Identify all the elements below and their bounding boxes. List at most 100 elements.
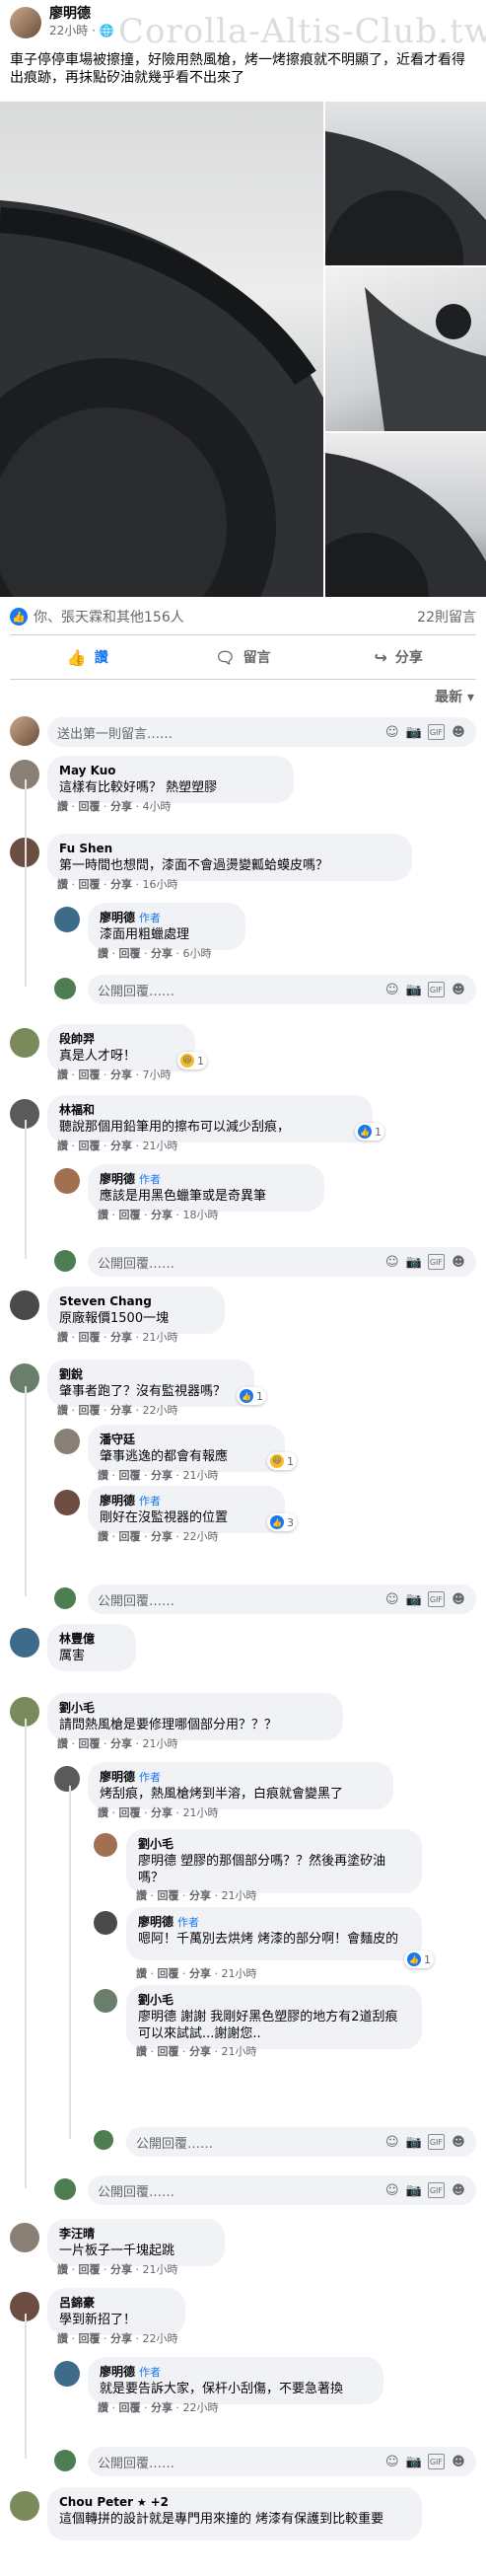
comment-author[interactable]: 廖明德 作者 bbox=[138, 1914, 410, 1931]
reply-link[interactable]: 回覆 bbox=[79, 878, 101, 891]
share-button[interactable]: ↪ 分享 bbox=[320, 639, 476, 675]
reply-link[interactable]: 回覆 bbox=[79, 800, 101, 813]
like-link[interactable]: 讚 bbox=[57, 878, 68, 891]
share-link[interactable]: 分享 bbox=[110, 1140, 132, 1152]
avatar[interactable] bbox=[54, 1168, 80, 1194]
like-link[interactable]: 讚 bbox=[98, 1469, 108, 1482]
reply-link[interactable]: 回覆 bbox=[79, 1068, 101, 1081]
post-time[interactable]: 22小時 · 🌐 bbox=[49, 23, 114, 39]
avatar[interactable] bbox=[10, 1028, 39, 1058]
avatar[interactable] bbox=[54, 1490, 80, 1515]
reaction-badge[interactable]: 👍 1 bbox=[237, 1387, 266, 1405]
like-link[interactable]: 讚 bbox=[98, 1806, 108, 1819]
share-link[interactable]: 分享 bbox=[151, 947, 173, 960]
like-link[interactable]: 讚 bbox=[57, 1140, 68, 1152]
smiley-icon[interactable]: ☺ bbox=[384, 1591, 400, 1607]
reply-link[interactable]: 回覆 bbox=[79, 2332, 101, 2345]
smiley-icon[interactable]: ☺ bbox=[384, 2182, 400, 2198]
like-link[interactable]: 讚 bbox=[57, 1404, 68, 1417]
smiley-icon[interactable]: ☺ bbox=[384, 2454, 400, 2469]
gif-icon[interactable]: GIF bbox=[427, 2134, 445, 2150]
avatar[interactable] bbox=[54, 1766, 80, 1792]
reply-link[interactable]: 回覆 bbox=[158, 1889, 179, 1902]
comment-author[interactable]: 廖明德 作者 bbox=[100, 1769, 382, 1786]
reply-link[interactable]: 回覆 bbox=[119, 1469, 141, 1482]
reaction-badge[interactable]: 👍 1 bbox=[404, 1950, 434, 1968]
comment-author[interactable]: Steven Chang bbox=[59, 1293, 213, 1310]
share-link[interactable]: 分享 bbox=[151, 1469, 173, 1482]
reaction-badge[interactable]: 👍 3 bbox=[267, 1513, 297, 1531]
comment-time[interactable]: 21小時 bbox=[143, 2263, 178, 2276]
comment-author[interactable]: 劉小毛 bbox=[138, 1836, 410, 1853]
comment-author[interactable]: 段帥羿 bbox=[59, 1031, 183, 1048]
comment-time[interactable]: 16小時 bbox=[143, 878, 178, 891]
comment-author[interactable]: 劉銳 bbox=[59, 1366, 243, 1383]
avatar[interactable] bbox=[54, 907, 80, 932]
comment-time[interactable]: 22小時 bbox=[183, 1530, 219, 1543]
sticker-icon[interactable]: ☻ bbox=[451, 724, 466, 740]
share-link[interactable]: 分享 bbox=[151, 1209, 173, 1221]
reaction-badge[interactable]: 😆 1 bbox=[177, 1052, 207, 1069]
comment-time[interactable]: 22小時 bbox=[143, 2332, 178, 2345]
comment-time[interactable]: 4小時 bbox=[143, 800, 172, 813]
comment-time[interactable]: 21小時 bbox=[143, 1737, 178, 1750]
reply-link[interactable]: 回覆 bbox=[158, 1967, 179, 1980]
reply-link[interactable]: 回覆 bbox=[119, 1530, 141, 1543]
sticker-icon[interactable]: ☻ bbox=[451, 982, 466, 997]
reply-link[interactable]: 回覆 bbox=[79, 1404, 101, 1417]
smiley-icon[interactable]: ☺ bbox=[384, 2134, 400, 2150]
like-link[interactable]: 讚 bbox=[98, 947, 108, 960]
avatar[interactable] bbox=[94, 1989, 117, 2013]
camera-icon[interactable]: 📷 bbox=[406, 1591, 422, 1607]
reply-link[interactable]: 回覆 bbox=[119, 1806, 141, 1819]
share-link[interactable]: 分享 bbox=[151, 2401, 173, 2414]
gif-icon[interactable]: GIF bbox=[427, 1591, 445, 1607]
comment-author[interactable]: 潘守廷 bbox=[100, 1432, 273, 1448]
comment-time[interactable]: 7小時 bbox=[143, 1068, 172, 1081]
avatar[interactable] bbox=[10, 7, 41, 38]
like-link[interactable]: 讚 bbox=[98, 1209, 108, 1221]
photo-3[interactable] bbox=[325, 267, 486, 431]
comment-time[interactable]: 6小時 bbox=[183, 947, 212, 960]
sticker-icon[interactable]: ☻ bbox=[451, 1591, 466, 1607]
gif-icon[interactable]: GIF bbox=[427, 2454, 445, 2469]
share-link[interactable]: 分享 bbox=[110, 1068, 132, 1081]
comments-count[interactable]: 22則留言 bbox=[417, 607, 476, 626]
camera-icon[interactable]: 📷 bbox=[406, 724, 422, 740]
gif-icon[interactable]: GIF bbox=[427, 1254, 445, 1270]
camera-icon[interactable]: 📷 bbox=[406, 982, 422, 997]
comment-time[interactable]: 21小時 bbox=[222, 1967, 257, 1980]
smiley-icon[interactable]: ☺ bbox=[384, 982, 400, 997]
comment-author[interactable]: Chou Peter ★ +2 bbox=[59, 2494, 410, 2511]
photo-4[interactable] bbox=[325, 433, 486, 597]
like-link[interactable]: 讚 bbox=[57, 800, 68, 813]
avatar[interactable] bbox=[10, 1628, 39, 1657]
reply-link[interactable]: 回覆 bbox=[119, 2401, 141, 2414]
smiley-icon[interactable]: ☺ bbox=[384, 724, 400, 740]
avatar[interactable] bbox=[10, 2491, 39, 2521]
avatar[interactable] bbox=[10, 2223, 39, 2252]
reply-link[interactable]: 回覆 bbox=[119, 947, 141, 960]
camera-icon[interactable]: 📷 bbox=[406, 1254, 422, 1270]
comment-time[interactable]: 22小時 bbox=[143, 1404, 178, 1417]
comment-author[interactable]: Fu Shen bbox=[59, 841, 400, 857]
reply-link[interactable]: 回覆 bbox=[119, 1209, 141, 1221]
gif-icon[interactable]: GIF bbox=[427, 724, 445, 740]
avatar[interactable] bbox=[54, 1429, 80, 1454]
gif-icon[interactable]: GIF bbox=[427, 982, 445, 997]
comment-time[interactable]: 21小時 bbox=[183, 1806, 219, 1819]
smiley-icon[interactable]: ☺ bbox=[384, 1254, 400, 1270]
comment-time[interactable]: 21小時 bbox=[222, 2045, 257, 2058]
reply-link[interactable]: 回覆 bbox=[158, 2045, 179, 2058]
comment-time[interactable]: 21小時 bbox=[222, 1889, 257, 1902]
avatar[interactable] bbox=[10, 1290, 39, 1320]
comment-author[interactable]: 劉小毛 bbox=[59, 1700, 331, 1717]
share-link[interactable]: 分享 bbox=[151, 1806, 173, 1819]
comment-author[interactable]: 林福和 bbox=[59, 1102, 361, 1119]
like-link[interactable]: 讚 bbox=[136, 1889, 147, 1902]
post-author-name[interactable]: 廖明德 bbox=[49, 6, 114, 23]
share-link[interactable]: 分享 bbox=[110, 1737, 132, 1750]
comment-author[interactable]: 李汪晴 bbox=[59, 2226, 213, 2243]
reply-link[interactable]: 回覆 bbox=[79, 2263, 101, 2276]
avatar[interactable] bbox=[54, 2361, 80, 2387]
